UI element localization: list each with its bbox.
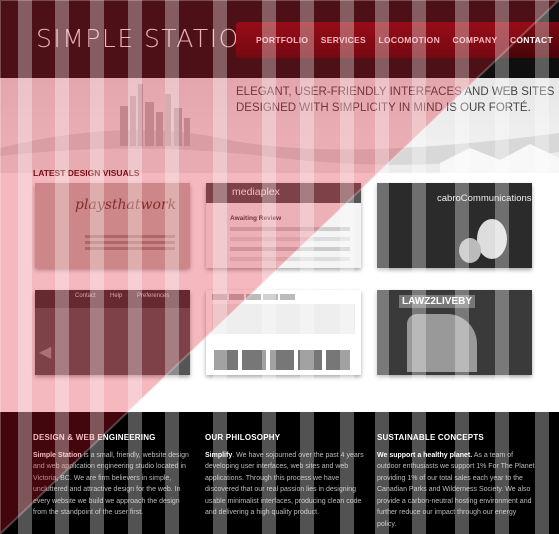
thumb-heading: Awaiting Review: [230, 215, 282, 222]
footer-heading: DESIGN & WEB ENGINEERING: [33, 433, 156, 442]
footer-col-philosophy: OUR PHILOSOPHY Simplify. We have sojourn…: [205, 432, 365, 519]
nav-portfolio[interactable]: PORTFOLIO: [256, 35, 308, 45]
site-logo[interactable]: SIMPLE STATION: [36, 24, 260, 53]
thumb-tab: Help: [110, 293, 123, 299]
thumb-image: [298, 350, 322, 370]
hero-banner: ELEGANT, USER-FRIENDLY INTERFACES AND WE…: [0, 78, 559, 173]
thumb-logo-text: playsthatwork: [75, 197, 177, 213]
thumb-image: [214, 350, 238, 370]
nav-locomotion[interactable]: LOCOMOTION: [378, 35, 440, 45]
hero-tagline: ELEGANT, USER-FRIENDLY INTERFACES AND WE…: [236, 84, 554, 116]
footer-lead: We support a healthy planet.: [377, 451, 473, 459]
portfolio-thumb-mediaplex[interactable]: mediaplex Awaiting Review: [206, 183, 361, 268]
thumb-image: [326, 350, 350, 370]
footer-heading: OUR PHILOSOPHY: [205, 433, 281, 442]
thumb-tabs: [212, 294, 295, 300]
footer-text: is a small, friendly, website design and…: [33, 451, 189, 517]
site-footer: DESIGN & WEB ENGINEERING Simple Station …: [0, 412, 559, 534]
footer-lead: Simplify: [205, 451, 233, 459]
thumb-image: [242, 350, 266, 370]
portfolio-thumb-dashboard[interactable]: [206, 290, 361, 375]
footer-text: As a team of outdoor enthusiasts we supp…: [377, 451, 535, 528]
thumb-text-block: [85, 235, 175, 238]
nav-services[interactable]: SERVICES: [321, 35, 366, 45]
footer-col-design: DESIGN & WEB ENGINEERING Simple Station …: [33, 432, 193, 519]
footer-heading: SUSTAINABLE CONCEPTS: [377, 433, 484, 442]
latest-visuals-heading: LATEST DESIGN VISUALS: [33, 168, 140, 178]
footer-text: . We have sojourned over the past 4 year…: [205, 451, 364, 517]
footer-lead: Simple Station: [33, 451, 82, 459]
thumb-brand: cabroCommunications: [437, 193, 532, 204]
thumb-table: [230, 227, 350, 231]
tagline-line-2: DESIGNED WITH SIMPLICITY IN MIND IS OUR …: [236, 102, 531, 114]
nav-contact[interactable]: CONTACT: [510, 35, 553, 45]
illustration-image: [407, 314, 477, 372]
tagline-line-1: ELEGANT, USER-FRIENDLY INTERFACES AND WE…: [236, 86, 555, 98]
thumb-image: [270, 350, 294, 370]
nav-company[interactable]: COMPANY: [453, 35, 498, 45]
phone-image: [459, 238, 481, 263]
portfolio-thumb-lawz[interactable]: LAWZ2LIVEBY: [377, 290, 532, 375]
footer-col-sustainable: SUSTAINABLE CONCEPTS We support a health…: [377, 432, 537, 530]
thumb-tab: Preferences: [137, 293, 170, 299]
page: SIMPLE STATION PORTFOLIO SERVICES LOCOMO…: [0, 0, 559, 534]
thumb-brand: mediaplex: [206, 183, 361, 203]
arrow-left-icon[interactable]: ◀: [39, 342, 51, 362]
portfolio-thumb-gallery[interactable]: Contact Help Preferences ◀: [35, 290, 190, 375]
portfolio-thumb-cabro[interactable]: cabroCommunications: [377, 183, 532, 268]
thumb-panel: [212, 304, 355, 334]
phone-image: [477, 219, 507, 259]
thumb-tab: Contact: [75, 293, 96, 299]
main-nav: PORTFOLIO SERVICES LOCOMOTION COMPANY CO…: [236, 22, 559, 58]
site-header: SIMPLE STATION PORTFOLIO SERVICES LOCOMO…: [0, 0, 559, 78]
portfolio-thumb-playsthatwork[interactable]: playsthatwork: [35, 183, 190, 268]
thumb-brand: LAWZ2LIVEBY: [399, 295, 476, 308]
